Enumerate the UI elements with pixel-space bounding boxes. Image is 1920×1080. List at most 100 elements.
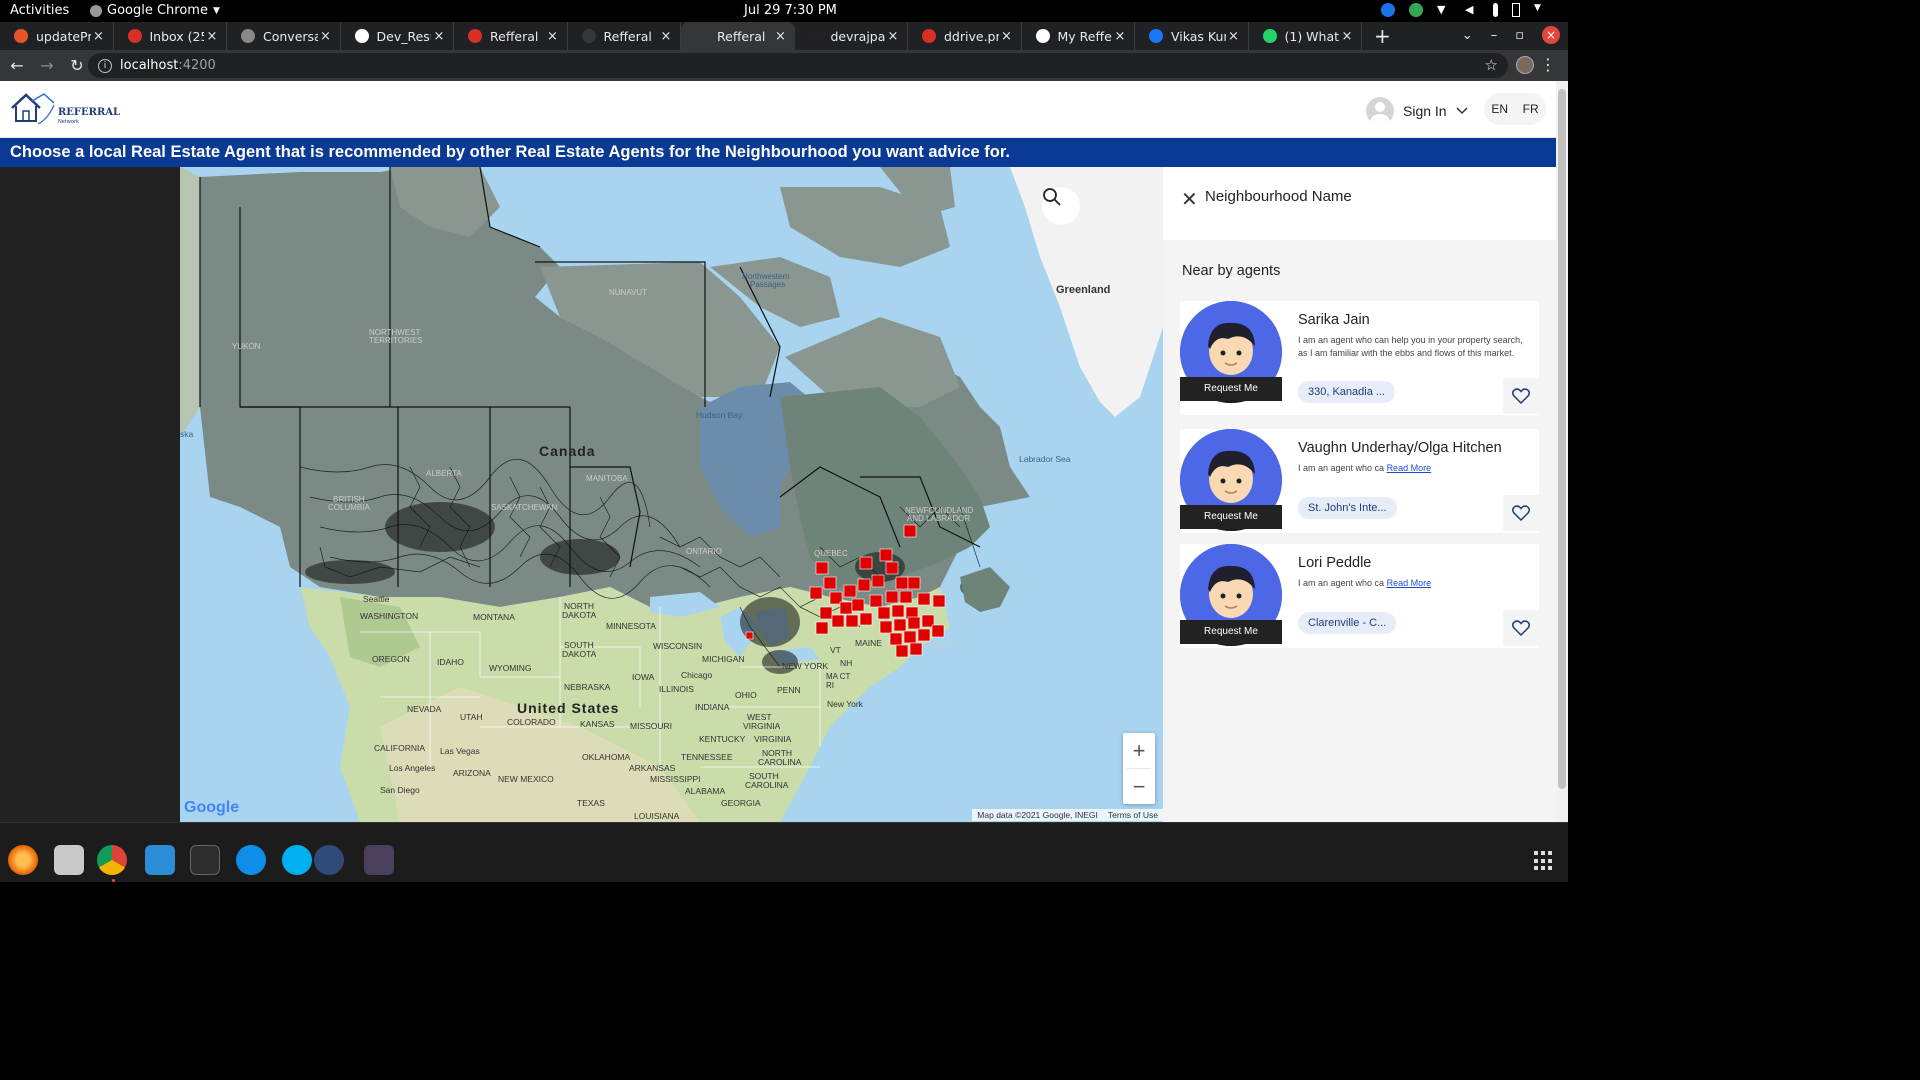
system-tray[interactable]: ▼ ◀ ▼ [1381,3,1548,17]
browser-tab[interactable]: Dev_Resum× [341,22,454,50]
map-label-new-york-city: New York [827,699,863,709]
agent-location-chip[interactable]: St. John's Inte... [1298,497,1397,519]
chrome-menu-icon[interactable]: ⋮ [1540,55,1556,74]
image-icon [922,29,936,43]
address-bar[interactable]: i localhost:4200 ☆ [88,53,1508,78]
remote-desktop-icon[interactable] [314,845,344,875]
map-label-arizona: ARIZONA [453,768,491,778]
reload-icon[interactable]: ↻ [64,56,90,75]
skype-icon[interactable] [282,845,312,875]
request-me-button[interactable]: Request Me [1180,620,1282,644]
teamviewer-icon[interactable] [236,845,266,875]
browser-tab[interactable]: Refferal × [568,22,681,50]
show-applications-icon[interactable] [1534,851,1554,871]
tab-close-icon[interactable]: × [545,29,561,44]
agent-location-chip[interactable]: Clarenville - C... [1298,612,1397,634]
tab-close-icon[interactable]: × [318,29,334,44]
browser-tab[interactable]: My Reffera× [1022,22,1135,50]
chrome-dock-icon[interactable] [97,845,127,875]
power-menu-caret-icon[interactable]: ▼ [1534,3,1548,17]
browser-tab[interactable]: Refferal × [454,22,568,50]
map-label-bc-2: COLUMBIA [328,503,370,512]
bookmark-star-icon[interactable]: ☆ [1485,56,1498,74]
browser-tab[interactable]: (1) WhatsA× [1249,22,1362,50]
request-me-button[interactable]: Request Me [1180,505,1282,529]
scrollbar-thumb[interactable] [1558,89,1566,789]
agent-location-chip[interactable]: 330, Kanadia ... [1298,381,1396,403]
agent-card[interactable]: Request Me Vaughn Underhay/Olga Hitchen … [1180,429,1539,533]
tab-close-icon[interactable]: × [91,29,107,44]
house-logo-icon [11,93,55,125]
read-more-link[interactable]: Read More [1387,578,1432,588]
google-logo[interactable]: Google [184,799,239,817]
profile-avatar[interactable] [1516,56,1534,74]
site-info-icon[interactable]: i [98,58,112,73]
map-label-hudson-bay: Hudson Bay [696,410,743,420]
tab-close-icon[interactable]: × [1112,29,1128,44]
map-label-minnesota: MINNESOTA [606,621,656,631]
minimize-icon[interactable]: – [1491,28,1498,43]
app-icon[interactable] [364,845,394,875]
browser-tab[interactable]: ddrive.png× [908,22,1022,50]
tab-strip: updatePro×Inbox (25,2×Conversati×Dev_Res… [0,22,1568,50]
map-view[interactable]: Greenland Canada United States NUNAVUT N… [180,167,1163,822]
tab-close-icon[interactable]: × [773,29,789,44]
zoom-in-button[interactable]: + [1123,733,1155,768]
agent-card[interactable]: Request Me Lori Peddle I am an agent who… [1180,544,1539,648]
teamviewer-tray-icon[interactable] [1381,3,1395,17]
browser-tab[interactable]: Inbox (25,2× [114,22,227,50]
logo-text: REFERRAL [58,107,121,118]
favorite-button[interactable] [1503,378,1539,414]
map-label-los-angeles: Los Angeles [389,763,436,773]
browser-tab[interactable]: Conversati× [227,22,341,50]
forward-icon[interactable]: → [34,56,60,75]
read-more-link[interactable]: Read More [1387,463,1432,473]
map-search-button[interactable] [1042,187,1080,225]
angular-icon [468,29,482,43]
agent-description-text: I am an agent who ca [1298,463,1387,473]
search-icon [1043,188,1061,206]
lang-fr-button[interactable]: FR [1523,102,1539,116]
tab-close-icon[interactable]: × [1226,29,1242,44]
request-me-button[interactable]: Request Me [1180,377,1282,401]
tab-close-icon[interactable]: × [204,29,220,44]
files-icon[interactable] [54,845,84,875]
back-icon[interactable]: ← [4,56,30,75]
tab-search-icon[interactable]: ⌄ [1462,28,1473,43]
terms-link[interactable]: Terms of Use [1108,810,1158,820]
map-label-oregon: OREGON [372,654,410,664]
browser-tab[interactable]: Vikas Kum× [1135,22,1249,50]
page-scrollbar[interactable] [1556,81,1568,822]
vscode-icon[interactable] [145,845,175,875]
browser-tab[interactable]: Refferal × [681,22,795,50]
close-window-icon[interactable]: × [1542,26,1560,44]
tab-close-icon[interactable]: × [999,29,1015,44]
zoom-out-button[interactable]: − [1123,769,1155,804]
tab-close-icon[interactable]: × [885,29,901,44]
sign-in-menu[interactable]: Sign In [1366,97,1468,125]
close-icon[interactable]: ✕ [1181,187,1198,211]
activities-button[interactable]: Activities [10,3,69,18]
clock[interactable]: Jul 29 7:30 PM [744,3,837,18]
url-text[interactable]: localhost:4200 [120,58,216,73]
lang-en-button[interactable]: EN [1491,102,1508,116]
update-tray-icon[interactable] [1409,3,1423,17]
tab-close-icon[interactable]: × [1339,29,1355,44]
tab-title: Inbox (25,2 [149,28,205,44]
browser-tab[interactable]: updatePro× [0,22,114,50]
browser-tab[interactable]: devrajpate× [795,22,908,50]
user-avatar-icon [1366,97,1394,125]
new-tab-button[interactable]: + [1374,24,1391,48]
site-logo[interactable]: REFERRAL Network [10,91,120,125]
firefox-icon[interactable] [8,845,38,875]
map-label-texas: TEXAS [577,798,605,808]
agent-card[interactable]: Request Me Sarika Jain I am an agent who… [1180,301,1539,415]
map-label-quebec: QUEBEC [814,549,848,558]
tab-close-icon[interactable]: × [431,29,447,44]
restore-icon[interactable]: ▫ [1515,28,1524,43]
favorite-button[interactable] [1503,495,1539,531]
tab-close-icon[interactable]: × [658,29,674,44]
app-menu[interactable]: Google Chrome ▼ [90,3,220,18]
favorite-button[interactable] [1503,610,1539,646]
terminal-icon[interactable] [190,845,220,875]
